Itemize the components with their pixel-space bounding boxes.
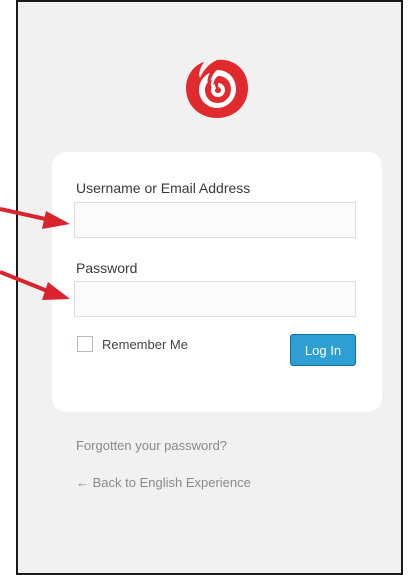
password-label: Password	[76, 260, 138, 276]
remember-me-checkbox[interactable]	[77, 336, 93, 352]
lost-password-link[interactable]: Forgotten your password?	[76, 438, 227, 453]
username-field[interactable]	[74, 202, 356, 238]
remember-me-label[interactable]: Remember Me	[102, 337, 188, 352]
password-field[interactable]	[74, 281, 356, 317]
rose-icon	[186, 59, 248, 118]
username-label: Username or Email Address	[76, 180, 251, 196]
back-to-site-link[interactable]: ← Back to English Experience	[76, 475, 251, 490]
log-in-button[interactable]: Log In	[290, 334, 356, 366]
